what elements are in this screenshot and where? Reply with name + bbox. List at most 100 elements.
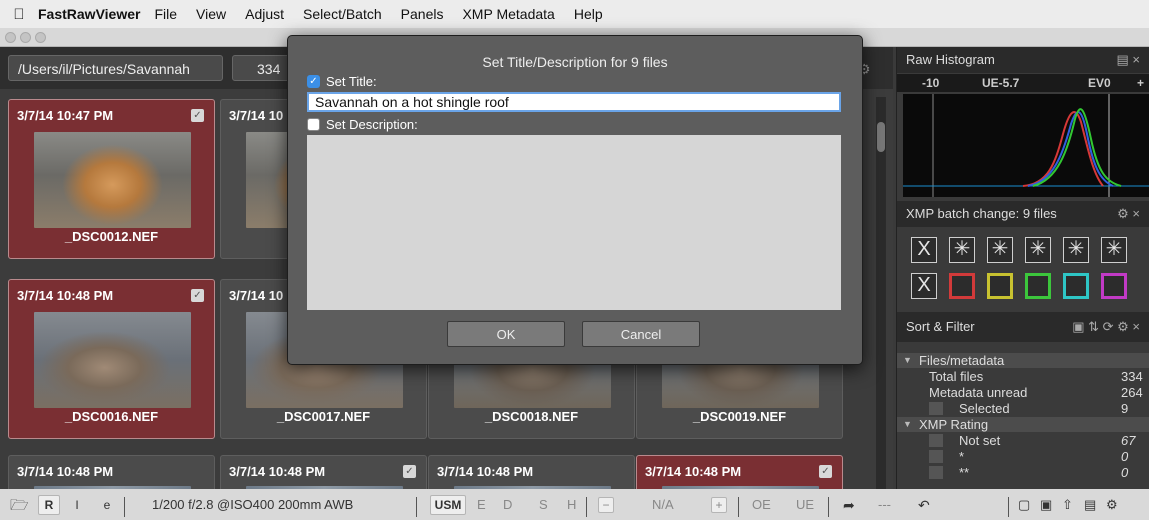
- chart-icon[interactable]: ▤ ×: [1117, 47, 1141, 73]
- histogram-label-min: -10: [922, 76, 940, 90]
- histogram-title: Raw Histogram: [906, 52, 995, 67]
- set-title-checkbox[interactable]: ✓: [307, 75, 320, 88]
- histogram-header: Raw Histogram ▤ ×: [897, 47, 1149, 73]
- rotate-icon[interactable]: ➦: [843, 497, 855, 514]
- one-star-label: *: [959, 449, 965, 464]
- thumbnail-timestamp: 3/7/14 10:48 PM: [437, 464, 534, 479]
- filter-row[interactable]: Not set 67: [897, 433, 1149, 448]
- s-toggle[interactable]: S: [539, 497, 548, 512]
- menu-select-batch[interactable]: Select/Batch: [303, 6, 382, 22]
- thumbnail-checkbox[interactable]: ✓: [191, 109, 204, 122]
- purple-label-button[interactable]: [1101, 273, 1127, 299]
- thumbnail-checkbox[interactable]: ✓: [191, 289, 204, 302]
- fit-icon[interactable]: ▣: [1040, 497, 1052, 513]
- cyan-label-button[interactable]: [1063, 273, 1089, 299]
- menu-xmp-metadata[interactable]: XMP Metadata: [462, 6, 554, 22]
- menu-help[interactable]: Help: [574, 6, 603, 22]
- menu-file[interactable]: File: [154, 6, 177, 22]
- minimize-window-button[interactable]: [20, 32, 31, 43]
- thumbnail-card[interactable]: 3/7/14 10:47 PM ✓ _DSC0012.NEF: [8, 99, 215, 259]
- green-label-button[interactable]: [1025, 273, 1051, 299]
- thumbnail-checkbox[interactable]: ✓: [819, 465, 832, 478]
- gear-icon[interactable]: ⚙ ×: [1117, 201, 1140, 227]
- star-2-button[interactable]: ✳: [987, 237, 1013, 263]
- bottom-toolbar: 🗁 R I e 1/200 f/2.8 @ISO400 200mm AWB US…: [0, 489, 1149, 520]
- xmp-rating-label: XMP Rating: [919, 417, 989, 432]
- oe-toggle[interactable]: OE: [752, 497, 771, 512]
- undo-icon[interactable]: ↶: [918, 497, 930, 514]
- thumbnail-filename: _DSC0016.NEF: [64, 409, 159, 424]
- clear-label-button[interactable]: X: [911, 273, 937, 299]
- xmp-rating-group[interactable]: ▼ XMP Rating: [897, 417, 1149, 432]
- description-textarea[interactable]: [307, 135, 841, 310]
- grid-scrollbar[interactable]: [876, 97, 886, 489]
- info-button[interactable]: I: [66, 495, 88, 515]
- raw-button[interactable]: R: [38, 495, 60, 515]
- e-toggle[interactable]: E: [477, 497, 486, 512]
- menu-panels[interactable]: Panels: [401, 6, 444, 22]
- cancel-button[interactable]: Cancel: [582, 321, 700, 347]
- menu-view[interactable]: View: [196, 6, 226, 22]
- ue-toggle[interactable]: UE: [796, 497, 814, 512]
- close-window-button[interactable]: [5, 32, 16, 43]
- upload-icon[interactable]: ⇧: [1062, 497, 1073, 513]
- exposure-minus-button[interactable]: −: [598, 497, 614, 513]
- not-set-label: Not set: [959, 433, 1001, 448]
- xmp-batch-title: XMP batch change: 9 files: [906, 206, 1057, 221]
- total-files-label: Total files: [929, 369, 984, 384]
- star-4-button[interactable]: ✳: [1063, 237, 1089, 263]
- filter-checkbox[interactable]: [929, 450, 943, 463]
- menu-app-name[interactable]: FastRawViewer: [38, 6, 140, 22]
- d-toggle[interactable]: D: [503, 497, 512, 512]
- filter-row[interactable]: * 0: [897, 449, 1149, 464]
- thumbnail-card[interactable]: 3/7/14 10:48 PM ✓ _DSC0016.NEF: [8, 279, 215, 439]
- folder-path[interactable]: /Users/il/Pictures/Savannah: [8, 55, 223, 81]
- title-input[interactable]: [307, 92, 841, 112]
- filter-row[interactable]: ** 0: [897, 465, 1149, 479]
- apple-icon[interactable]: : [0, 6, 38, 23]
- thumbnail-filename: _DSC0018.NEF: [484, 409, 579, 424]
- exposure-plus-button[interactable]: +: [711, 497, 727, 513]
- settings-icon[interactable]: ⚙: [1106, 497, 1118, 513]
- clear-rating-button[interactable]: X: [911, 237, 937, 263]
- red-label-button[interactable]: [949, 273, 975, 299]
- star-1-button[interactable]: ✳: [949, 237, 975, 263]
- selected-value: 9: [1121, 401, 1129, 416]
- filter-checkbox[interactable]: [929, 434, 943, 447]
- exif-button[interactable]: e: [96, 495, 118, 515]
- ok-button[interactable]: OK: [447, 321, 565, 347]
- folder-icon[interactable]: 🗁: [10, 495, 29, 520]
- fullscreen-icon[interactable]: ▢: [1018, 497, 1030, 513]
- triangle-down-icon: ▼: [903, 419, 912, 429]
- filter-row[interactable]: Metadata unread 264: [897, 385, 1149, 400]
- set-description-checkbox[interactable]: [307, 118, 320, 131]
- thumbnail-checkbox[interactable]: ✓: [403, 465, 416, 478]
- sort-filter-icons[interactable]: ▣ ⇅ ⟳ ⚙ ×: [1072, 312, 1140, 342]
- zoom-window-button[interactable]: [35, 32, 46, 43]
- histogram-labels: -10 UE-5.7 EV0 +: [897, 74, 1149, 92]
- metadata-unread-value: 264: [1121, 385, 1143, 400]
- histogram-label-plus: +: [1137, 76, 1145, 90]
- yellow-label-button[interactable]: [987, 273, 1013, 299]
- xmp-batch-header: XMP batch change: 9 files ⚙ ×: [897, 201, 1149, 227]
- scrollbar-thumb[interactable]: [877, 122, 885, 152]
- exposure-value: N/A: [652, 497, 674, 512]
- filter-row[interactable]: Total files 334: [897, 369, 1149, 384]
- star-5-button[interactable]: ✳: [1101, 237, 1127, 263]
- star-3-button[interactable]: ✳: [1025, 237, 1051, 263]
- layout-icon[interactable]: ▤: [1084, 497, 1096, 513]
- not-set-value: 67: [1121, 433, 1136, 448]
- set-title-label: Set Title:: [326, 74, 377, 89]
- thumbnail-timestamp: 3/7/14 10:48 PM: [229, 464, 326, 479]
- thumbnail-filename: _DSC0012.NEF: [64, 229, 159, 244]
- menu-adjust[interactable]: Adjust: [245, 6, 284, 22]
- files-metadata-group[interactable]: ▼ Files/metadata: [897, 353, 1149, 368]
- thumbnail-timestamp: 3/7/14 10: [229, 288, 284, 303]
- filter-row[interactable]: Selected 9: [897, 401, 1149, 416]
- filter-checkbox[interactable]: [929, 402, 943, 415]
- h-toggle[interactable]: H: [567, 497, 576, 512]
- usm-button[interactable]: USM: [430, 495, 466, 515]
- triangle-down-icon: ▼: [903, 355, 912, 365]
- thumbnail-filename: _DSC0019.NEF: [692, 409, 787, 424]
- filter-checkbox[interactable]: [929, 466, 943, 479]
